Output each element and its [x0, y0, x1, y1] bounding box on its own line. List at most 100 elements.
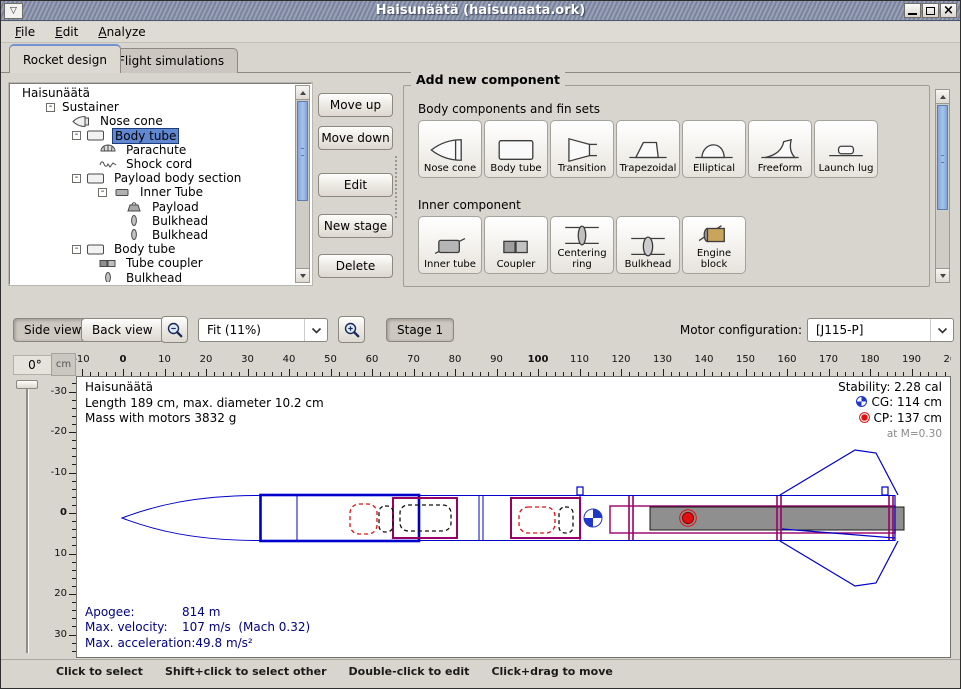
- tree-action-buttons: Move up Move down Edit New stage Delete: [318, 93, 393, 278]
- tree-scrollbar[interactable]: [295, 85, 310, 283]
- tree-row[interactable]: Tube coupler: [12, 256, 294, 270]
- splitter-handle[interactable]: [395, 156, 399, 218]
- tree-item-label: Payload body section: [112, 171, 243, 185]
- chevron-down-icon: [930, 319, 948, 341]
- edit-button[interactable]: Edit: [318, 173, 393, 197]
- tree-scrollbar-thumb[interactable]: [297, 101, 308, 201]
- scroll-down-icon[interactable]: [296, 268, 309, 282]
- ruler-label: 100: [523, 354, 553, 365]
- upper-fin-shape: [780, 450, 898, 495]
- minimize-icon[interactable]: [904, 3, 921, 18]
- add-centering-ring-button[interactable]: Centering ring: [550, 216, 614, 274]
- zoom-level-select[interactable]: Fit (11%): [198, 318, 328, 342]
- tree-row[interactable]: Bulkhead: [12, 270, 294, 282]
- tree-row[interactable]: Bulkhead: [12, 214, 294, 228]
- ruler-label: 30: [233, 354, 263, 365]
- delete-button[interactable]: Delete: [318, 254, 393, 278]
- ruler-tick: [912, 369, 913, 376]
- expander-icon[interactable]: -: [72, 174, 81, 183]
- titlebar: ▽ Haisunäätä (haisunaata.ork) ×: [1, 1, 960, 21]
- rocket-canvas[interactable]: Haisunäätä Length 189 cm, max. diameter …: [76, 376, 951, 658]
- tree-row[interactable]: Nose cone: [12, 114, 294, 128]
- expander-icon[interactable]: -: [72, 131, 81, 140]
- tree-row[interactable]: - Inner Tube: [12, 185, 294, 199]
- centering-ring-label: Centering ring: [552, 249, 612, 270]
- ruler-tick: [69, 392, 76, 393]
- flight-value: 49.8 m/s²: [195, 636, 252, 650]
- add-nose-cone-button[interactable]: Nose cone: [418, 120, 482, 178]
- tree-row[interactable]: -Body tube: [12, 242, 294, 256]
- ruler-label: 20: [191, 354, 221, 365]
- ruler-label: 80: [440, 354, 470, 365]
- magnifier-plus-icon[interactable]: [338, 316, 365, 343]
- add-bulkhead-button[interactable]: Bulkhead: [616, 216, 680, 274]
- component-scrollbar-thumb[interactable]: [937, 105, 948, 210]
- tab-flight-simulations[interactable]: Flight simulations: [104, 48, 238, 73]
- new-stage-button[interactable]: New stage: [318, 214, 393, 238]
- bulkhead-icon: [124, 214, 144, 227]
- flight-label: Max. acceleration:: [85, 636, 195, 652]
- add-launch-lug-button[interactable]: Launch lug: [814, 120, 878, 178]
- add-engine-block-button[interactable]: Engine block: [682, 216, 746, 274]
- nose-cone-shape: [122, 496, 260, 541]
- scroll-up-icon[interactable]: [296, 86, 309, 100]
- magnifier-minus-icon[interactable]: [161, 316, 188, 343]
- tree-item-label: Inner Tube: [138, 185, 205, 199]
- add-coupler-button[interactable]: Coupler: [484, 216, 548, 274]
- arrow-down-icon: [940, 274, 946, 278]
- rotation-slider-track[interactable]: [26, 389, 29, 653]
- back-view-button[interactable]: Back view: [81, 318, 164, 342]
- ruler-label: 40: [274, 354, 304, 365]
- menu-file[interactable]: File: [5, 22, 45, 42]
- add-transition-button[interactable]: Transition: [550, 120, 614, 178]
- add-trapezoidal-fin-button[interactable]: Trapezoidal: [616, 120, 680, 178]
- ruler-label: 60: [357, 354, 387, 365]
- stage-1-toggle[interactable]: Stage 1: [386, 318, 454, 342]
- motor-configuration-select[interactable]: [J115-P]: [807, 318, 954, 342]
- move-up-button[interactable]: Move up: [318, 93, 393, 117]
- ruler-tick: [663, 369, 664, 376]
- component-panel-scrollbar[interactable]: [935, 89, 950, 283]
- ruler-tick: [82, 369, 83, 376]
- cg-legend-icon: [856, 396, 867, 411]
- expander-icon[interactable]: -: [98, 188, 107, 197]
- ruler-label: 130: [648, 354, 678, 365]
- cp-marker: [680, 510, 697, 527]
- rotation-slider-handle[interactable]: [16, 380, 38, 389]
- nose-cone-icon: [72, 115, 92, 128]
- group-label: Body components and fin sets: [418, 102, 600, 116]
- arrow-down-icon: [300, 274, 306, 278]
- tree-row[interactable]: - Payload body section: [12, 171, 294, 185]
- body-tube-icon: [86, 243, 106, 256]
- close-icon[interactable]: ×: [940, 3, 957, 18]
- engine-block-label: Engine block: [684, 249, 744, 270]
- component-tree-panel: Haisunäätä-SustainerNose cone-Body tubeP…: [9, 83, 312, 285]
- tree-row[interactable]: -Sustainer: [12, 100, 294, 114]
- expander-icon[interactable]: -: [72, 245, 81, 254]
- tree-row[interactable]: Bulkhead: [12, 228, 294, 242]
- scroll-down-icon[interactable]: [936, 268, 949, 282]
- add-elliptical-fin-button[interactable]: Elliptical: [682, 120, 746, 178]
- add-freeform-fin-button[interactable]: Freeform: [748, 120, 812, 178]
- chevron-down-icon: [304, 319, 322, 341]
- tree-row[interactable]: Payload: [12, 200, 294, 214]
- expander-icon[interactable]: -: [46, 103, 55, 112]
- horizontal-ruler: -100102030405060708090100110120130140150…: [76, 353, 951, 376]
- ruler-tick: [497, 369, 498, 376]
- tree-row[interactable]: Parachute: [12, 143, 294, 157]
- tab-rocket-design[interactable]: Rocket design: [9, 44, 121, 73]
- tree-row[interactable]: Shock cord: [12, 157, 294, 171]
- tree-row[interactable]: -Body tube: [12, 129, 294, 143]
- maximize-icon[interactable]: [922, 3, 939, 18]
- add-inner-tube-button[interactable]: Inner tube: [418, 216, 482, 274]
- tree-row[interactable]: Haisunäätä: [12, 86, 294, 100]
- window-title: Haisunäätä (haisunaata.ork): [1, 3, 960, 18]
- flight-info-row: Max. acceleration:49.8 m/s²: [85, 636, 310, 652]
- status-hints: Click to selectShift+click to select oth…: [56, 665, 635, 678]
- move-down-button[interactable]: Move down: [318, 126, 393, 150]
- menu-edit[interactable]: Edit: [45, 22, 88, 42]
- motor-configuration-value: [J115-P]: [816, 323, 924, 337]
- scroll-up-icon[interactable]: [936, 90, 949, 104]
- add-body-tube-button[interactable]: Body tube: [484, 120, 548, 178]
- menu-analyze[interactable]: Analyze: [88, 22, 155, 42]
